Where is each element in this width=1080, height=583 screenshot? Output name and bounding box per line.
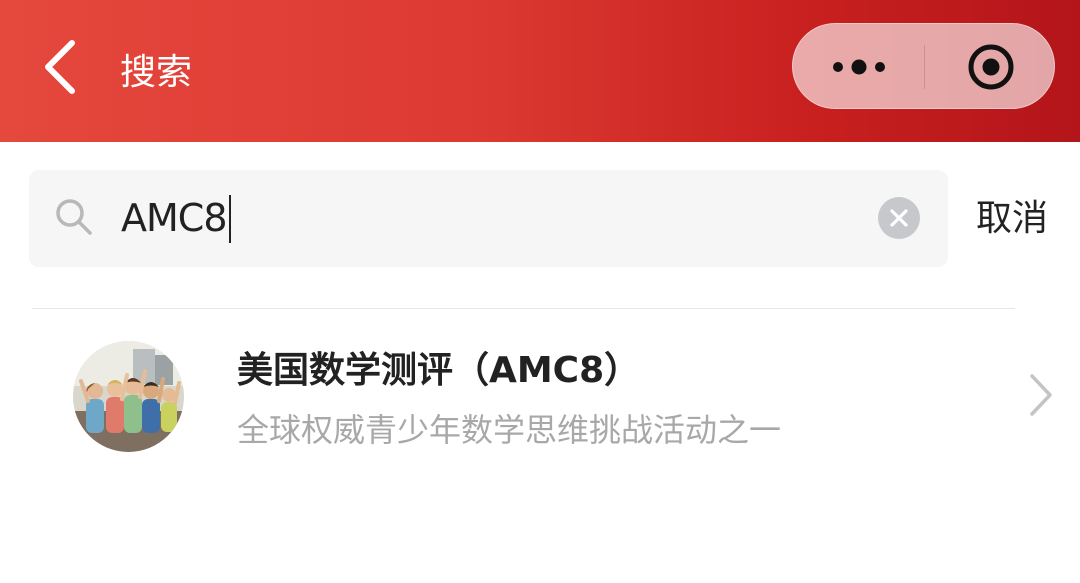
- group-photo-avatar: [73, 341, 184, 452]
- result-title: 美国数学测评（AMC8）: [237, 350, 641, 391]
- target-close-icon: [968, 44, 1013, 90]
- search-icon: [56, 199, 92, 235]
- more-button[interactable]: [793, 24, 924, 110]
- divider: [32, 308, 1015, 309]
- close-button[interactable]: [925, 24, 1056, 110]
- chevron-left-icon: [45, 40, 75, 94]
- result-description: 全球权威青少年数学思维挑战活动之一: [237, 411, 782, 449]
- clear-circle-icon: [890, 209, 908, 227]
- text-cursor: [229, 195, 231, 243]
- page-title: 搜索: [120, 52, 193, 93]
- header-bar: 搜索: [0, 0, 1080, 142]
- cancel-button[interactable]: 取消: [976, 194, 1048, 244]
- clear-button[interactable]: [878, 197, 920, 239]
- mini-program-capsule: [792, 23, 1055, 109]
- chevron-right-icon: [1030, 374, 1052, 416]
- more-dots-icon: [832, 59, 885, 75]
- search-input[interactable]: [121, 190, 861, 246]
- search-result-item[interactable]: 美国数学测评（AMC8） 全球权威青少年数学思维挑战活动之一: [0, 310, 1080, 480]
- back-button[interactable]: [30, 34, 90, 100]
